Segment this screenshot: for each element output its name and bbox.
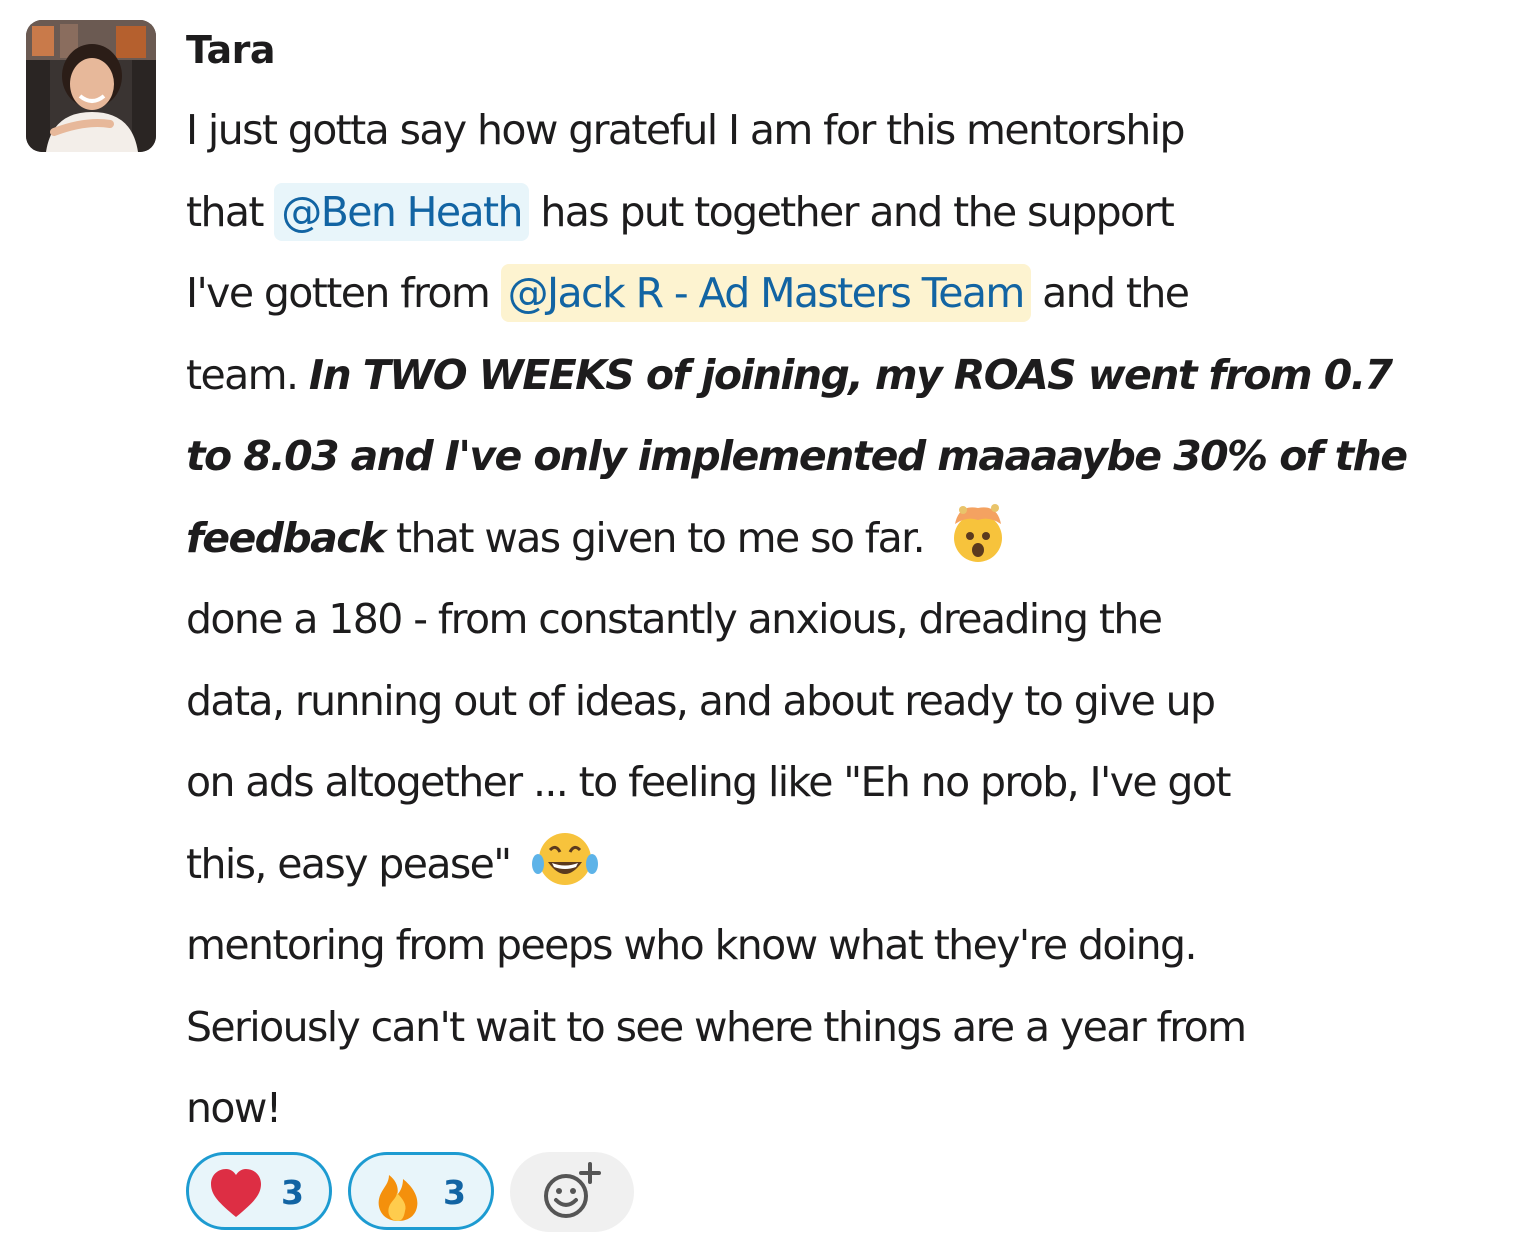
message-line: feedback that was given to me so far. [186, 498, 1512, 580]
heart-emoji [211, 1169, 261, 1217]
message: Tara I just gotta say how grateful I am … [0, 0, 1516, 1256]
fire-emoji [378, 1175, 418, 1221]
emphasis-text: In TWO WEEKS of joining, my ROAS went fr… [308, 350, 1393, 399]
message-line: mentoring from peeps who know what they'… [186, 921, 1197, 969]
message-body: I just gotta say how grateful I am for t… [186, 90, 1512, 1150]
emphasis-line: to 8.03 and I've only implemented maaaay… [186, 432, 1408, 480]
avatar[interactable] [26, 20, 156, 152]
emphasis-text: feedback [186, 513, 386, 562]
text-segment: has put together and the support [528, 187, 1175, 236]
exploding-head-emoji [939, 502, 1017, 564]
reaction-count: 3 [281, 1173, 304, 1212]
message-line: on ads altogether ... to feeling like "E… [186, 758, 1231, 806]
message-line: team. In TWO WEEKS of joining, my ROAS w… [186, 335, 1512, 417]
text-segment: and the [1030, 269, 1190, 317]
add-reaction-button[interactable] [510, 1152, 634, 1232]
text-segment: that was given to me so far. [384, 513, 936, 562]
text-segment: team. [186, 350, 309, 399]
message-line: now! [186, 1084, 282, 1132]
joy-emoji [526, 828, 604, 890]
message-line: this, easy pease" [186, 824, 1512, 906]
message-line: done a 180 - from constantly anxious, dr… [186, 595, 1163, 643]
avatar-photo [26, 20, 156, 152]
message-line: Seriously can't wait to see where things… [186, 1002, 1247, 1051]
text-segment: this, easy pease" [186, 839, 522, 888]
message-line: that @Ben Heath has put together and the… [186, 172, 1512, 254]
message-line: I've gotten from @Jack R - Ad Masters Te… [186, 253, 1512, 335]
reaction-count: 3 [443, 1173, 466, 1212]
text-segment: I've gotten from [186, 269, 501, 317]
mention-ben-heath[interactable]: @Ben Heath [274, 182, 529, 241]
reaction-heart[interactable]: 3 [186, 1152, 332, 1230]
reaction-fire[interactable]: 3 [348, 1152, 494, 1230]
text-segment: that [186, 187, 275, 236]
message-line: I just gotta say how grateful I am for t… [186, 106, 1186, 154]
author-name[interactable]: Tara [186, 24, 276, 76]
mention-jack-r[interactable]: @Jack R - Ad Masters Team [500, 264, 1031, 322]
message-line: data, running out of ideas, and about re… [186, 676, 1216, 725]
add-emoji-icon [544, 1162, 601, 1218]
